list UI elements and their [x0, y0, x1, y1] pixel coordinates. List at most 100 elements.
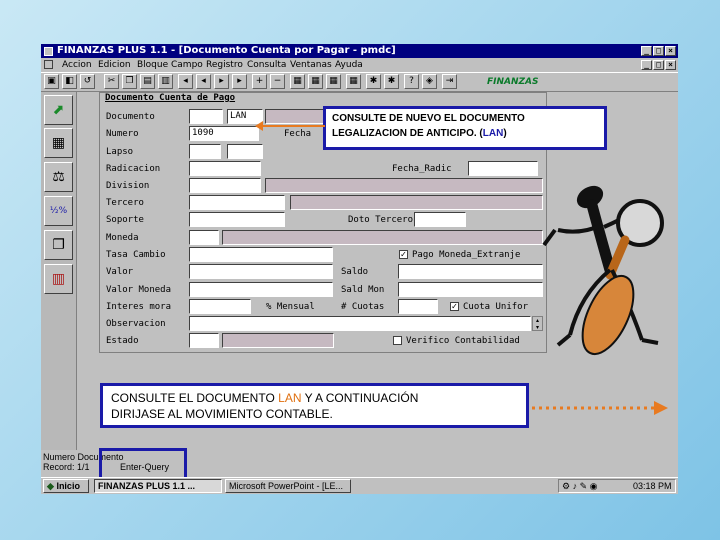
exit-door-icon[interactable]: ⇥	[442, 74, 457, 89]
undo-icon[interactable]: ↺	[80, 74, 95, 89]
title-bar: FINANZAS PLUS 1.1 - [Documento Cuenta po…	[41, 44, 678, 58]
menu-accion[interactable]: Accion	[62, 58, 92, 72]
callout-top-line1: CONSULTE DE NUEVO EL DOCUMENTO	[332, 113, 525, 124]
start-button[interactable]: ◆ Inicio	[43, 479, 89, 493]
query-icon[interactable]: ▦	[290, 74, 305, 89]
last-record-icon[interactable]: ▸	[232, 74, 247, 89]
print-icon[interactable]: ▥	[158, 74, 173, 89]
verifico-checkbox[interactable]	[393, 336, 402, 345]
moneda-desc-field	[222, 230, 543, 245]
label-estado: Estado	[106, 336, 139, 346]
document-icon[interactable]	[44, 60, 53, 69]
pago-moneda-checkbox[interactable]: ✓	[399, 250, 408, 259]
numero-field[interactable]: 1090	[189, 126, 259, 141]
search-icon[interactable]: ✱	[366, 74, 381, 89]
filter-icon[interactable]: ▦	[346, 74, 361, 89]
task-finanzas-label: FINANZAS PLUS 1.1 ...	[98, 481, 196, 491]
tray-icons[interactable]: ⚙ ♪ ✎ ◉	[562, 480, 597, 492]
label-num-cuotas: # Cuotas	[341, 302, 385, 312]
valor-moneda-field[interactable]	[189, 282, 333, 297]
interes-mora-field[interactable]	[189, 299, 251, 314]
settings-icon[interactable]: ✱	[384, 74, 399, 89]
estado-field[interactable]	[189, 333, 219, 348]
arrow-tool-icon[interactable]: ⬈	[44, 95, 73, 125]
callout-bottom: CONSULTE EL DOCUMENTO LAN Y A CONTINUACI…	[100, 383, 529, 428]
save-icon[interactable]: ▣	[44, 74, 59, 89]
menu-ayuda[interactable]: Ayuda	[335, 58, 363, 72]
tercero-desc-field	[290, 195, 543, 210]
division-desc-field	[265, 178, 543, 193]
doc-minimize-button[interactable]: _	[641, 60, 652, 70]
moneda-field[interactable]	[189, 230, 219, 245]
paste-icon[interactable]: ▤	[140, 74, 155, 89]
radicacion-field[interactable]	[189, 161, 261, 176]
callout-top: CONSULTE DE NUEVO EL DOCUMENTO LEGALIZAC…	[323, 106, 607, 150]
doto-tercero-field[interactable]	[414, 212, 466, 227]
menu-ventanas[interactable]: Ventanas	[290, 58, 332, 72]
cuota-unifor-checkbox[interactable]: ✓	[450, 302, 459, 311]
first-record-icon[interactable]: ◂	[178, 74, 193, 89]
saldo-field[interactable]	[398, 264, 543, 279]
previous-record-icon[interactable]: ◂	[196, 74, 211, 89]
insert-record-icon[interactable]: +	[252, 74, 267, 89]
menu-campo[interactable]: Campo	[171, 58, 203, 72]
tasa-cambio-field[interactable]	[189, 247, 333, 262]
doc-close-button[interactable]: ×	[665, 60, 676, 70]
num-cuotas-field[interactable]	[398, 299, 438, 314]
calendar-tool-icon[interactable]: ▦	[44, 128, 73, 158]
label-pago-moneda: Pago Moneda_Extranje	[412, 250, 521, 260]
task-powerpoint-label: Microsoft PowerPoint - [LE...	[229, 481, 344, 491]
label-tercero: Tercero	[106, 198, 144, 208]
menu-bloque[interactable]: Bloque	[137, 58, 168, 72]
soporte-field[interactable]	[189, 212, 285, 227]
callout-top-line2: LEGALIZACION DE ANTICIPO. (	[332, 128, 483, 139]
estado-desc-field	[222, 333, 334, 348]
magnifier-figure-illustration	[542, 185, 664, 355]
documento-code-field[interactable]	[189, 109, 223, 124]
info-icon[interactable]: ◈	[422, 74, 437, 89]
doc-maximize-button[interactable]: □	[653, 60, 664, 70]
callout-bottom-lan: LAN	[278, 391, 302, 405]
exit-icon[interactable]: ◧	[62, 74, 77, 89]
cut-icon[interactable]: ✂	[104, 74, 119, 89]
tercero-field[interactable]	[189, 195, 285, 210]
chart-tool-icon[interactable]: ▥	[44, 264, 73, 294]
division-field[interactable]	[189, 178, 261, 193]
valor-field[interactable]	[189, 264, 333, 279]
menu-registro[interactable]: Registro	[206, 58, 243, 72]
next-record-icon[interactable]: ▸	[214, 74, 229, 89]
system-tray: ⚙ ♪ ✎ ◉ 03:18 PM	[558, 479, 676, 493]
label-radicacion: Radicacion	[106, 164, 161, 174]
copy-icon[interactable]: ❐	[122, 74, 137, 89]
execute-query-icon[interactable]: ▦	[308, 74, 323, 89]
scale-tool-icon[interactable]: ⚖	[44, 162, 73, 192]
maximize-button[interactable]: □	[653, 46, 664, 56]
label-lapso: Lapso	[106, 147, 134, 157]
observacion-field[interactable]	[189, 316, 531, 331]
label-valor-moneda: Valor Moneda	[106, 285, 172, 295]
menu-edicion[interactable]: Edicion	[98, 58, 131, 72]
status-record: Record: 1/1	[43, 462, 90, 472]
lapso-field[interactable]	[189, 144, 221, 159]
menu-consulta[interactable]: Consulta	[247, 58, 286, 72]
label-sald-mon: Sald Mon	[341, 285, 385, 295]
sald-mon-field[interactable]	[398, 282, 543, 297]
cancel-query-icon[interactable]: ▦	[326, 74, 341, 89]
label-division: Division	[106, 181, 150, 191]
label-doto-tercero: Doto Tercero	[348, 215, 414, 225]
task-powerpoint[interactable]: Microsoft PowerPoint - [LE...	[225, 479, 351, 493]
label-observacion: Observacion	[106, 319, 166, 329]
task-finanzas[interactable]: FINANZAS PLUS 1.1 ...	[94, 479, 222, 493]
fecha-radic-field[interactable]	[468, 161, 538, 176]
windows-tool-icon[interactable]: ❐	[44, 230, 73, 260]
form-title: Documento Cuenta de Pago	[105, 93, 236, 103]
label-soporte: Soporte	[106, 215, 144, 225]
lapso-field-2[interactable]	[227, 144, 263, 159]
minimize-button[interactable]: _	[641, 46, 652, 56]
menu-bar: Accion Edicion Bloque Campo Registro Con…	[41, 58, 678, 72]
percent-tool-icon[interactable]: ½%	[44, 196, 73, 226]
close-button[interactable]: ×	[665, 46, 676, 56]
delete-record-icon[interactable]: −	[270, 74, 285, 89]
callout-bottom-line2: DIRIJASE AL MOVIMIENTO CONTABLE.	[111, 407, 333, 421]
help-icon[interactable]: ?	[404, 74, 419, 89]
